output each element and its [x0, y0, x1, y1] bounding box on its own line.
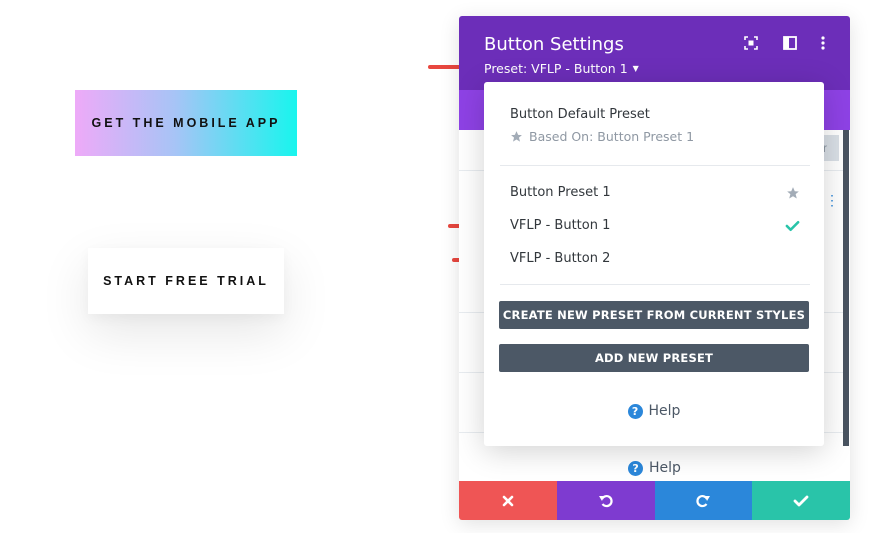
star-icon	[511, 131, 522, 142]
default-preset-title[interactable]: Button Default Preset	[510, 107, 650, 122]
sidebar-layout-icon[interactable]	[783, 36, 797, 50]
based-on-text: Based On: Button Preset 1	[529, 129, 695, 144]
preset-label: Preset: VFLP - Button 1	[484, 61, 628, 76]
help-link[interactable]: ? Help	[459, 460, 850, 476]
help-icon: ?	[627, 403, 643, 419]
preset-dropdown: Button Default Preset Based On: Button P…	[484, 82, 824, 446]
redo-icon	[696, 494, 711, 507]
modal-header: Button Settings Preset: VFLP - Button 1 …	[459, 16, 850, 90]
add-preset-button[interactable]: ADD NEW PRESET	[499, 344, 809, 372]
modal-footer	[459, 481, 850, 520]
create-preset-button[interactable]: CREATE NEW PRESET FROM CURRENT STYLES	[499, 301, 809, 329]
preset-item-label: VFLP - Button 1	[510, 218, 611, 233]
help-label: Help	[648, 403, 681, 419]
caret-down-icon: ▼	[632, 64, 639, 73]
help-label: Help	[649, 460, 681, 476]
undo-icon	[598, 494, 613, 507]
more-vertical-icon[interactable]: ⋮	[825, 192, 839, 209]
preset-item-label: VFLP - Button 2	[510, 251, 611, 266]
star-icon[interactable]	[786, 186, 800, 200]
based-on-label: Based On: Button Preset 1	[510, 129, 694, 144]
preset-item-button-preset-1[interactable]: Button Preset 1	[510, 185, 800, 200]
hidden-field-fragment: r	[823, 135, 839, 161]
close-icon	[502, 495, 514, 506]
cancel-button[interactable]	[459, 481, 557, 520]
check-icon	[793, 495, 809, 506]
preset-selector[interactable]: Preset: VFLP - Button 1 ▼	[484, 61, 639, 76]
preset-item-vflp-button-2[interactable]: VFLP - Button 2	[510, 251, 800, 266]
preset-item-vflp-button-1[interactable]: VFLP - Button 1	[510, 218, 800, 233]
help-link[interactable]: ? Help	[484, 403, 824, 419]
check-icon	[785, 220, 800, 231]
preset-item-label: Button Preset 1	[510, 185, 611, 200]
help-icon: ?	[628, 460, 644, 476]
scrollbar[interactable]	[843, 130, 849, 446]
modal-title: Button Settings	[484, 34, 624, 55]
get-mobile-app-button[interactable]: GET THE MOBILE APP	[75, 90, 297, 156]
more-vertical-icon[interactable]	[816, 36, 830, 50]
redo-button[interactable]	[654, 481, 753, 520]
save-button[interactable]	[752, 481, 850, 520]
expand-icon[interactable]	[744, 36, 758, 50]
undo-button[interactable]	[556, 481, 655, 520]
start-free-trial-button[interactable]: START FREE TRIAL	[88, 248, 284, 314]
